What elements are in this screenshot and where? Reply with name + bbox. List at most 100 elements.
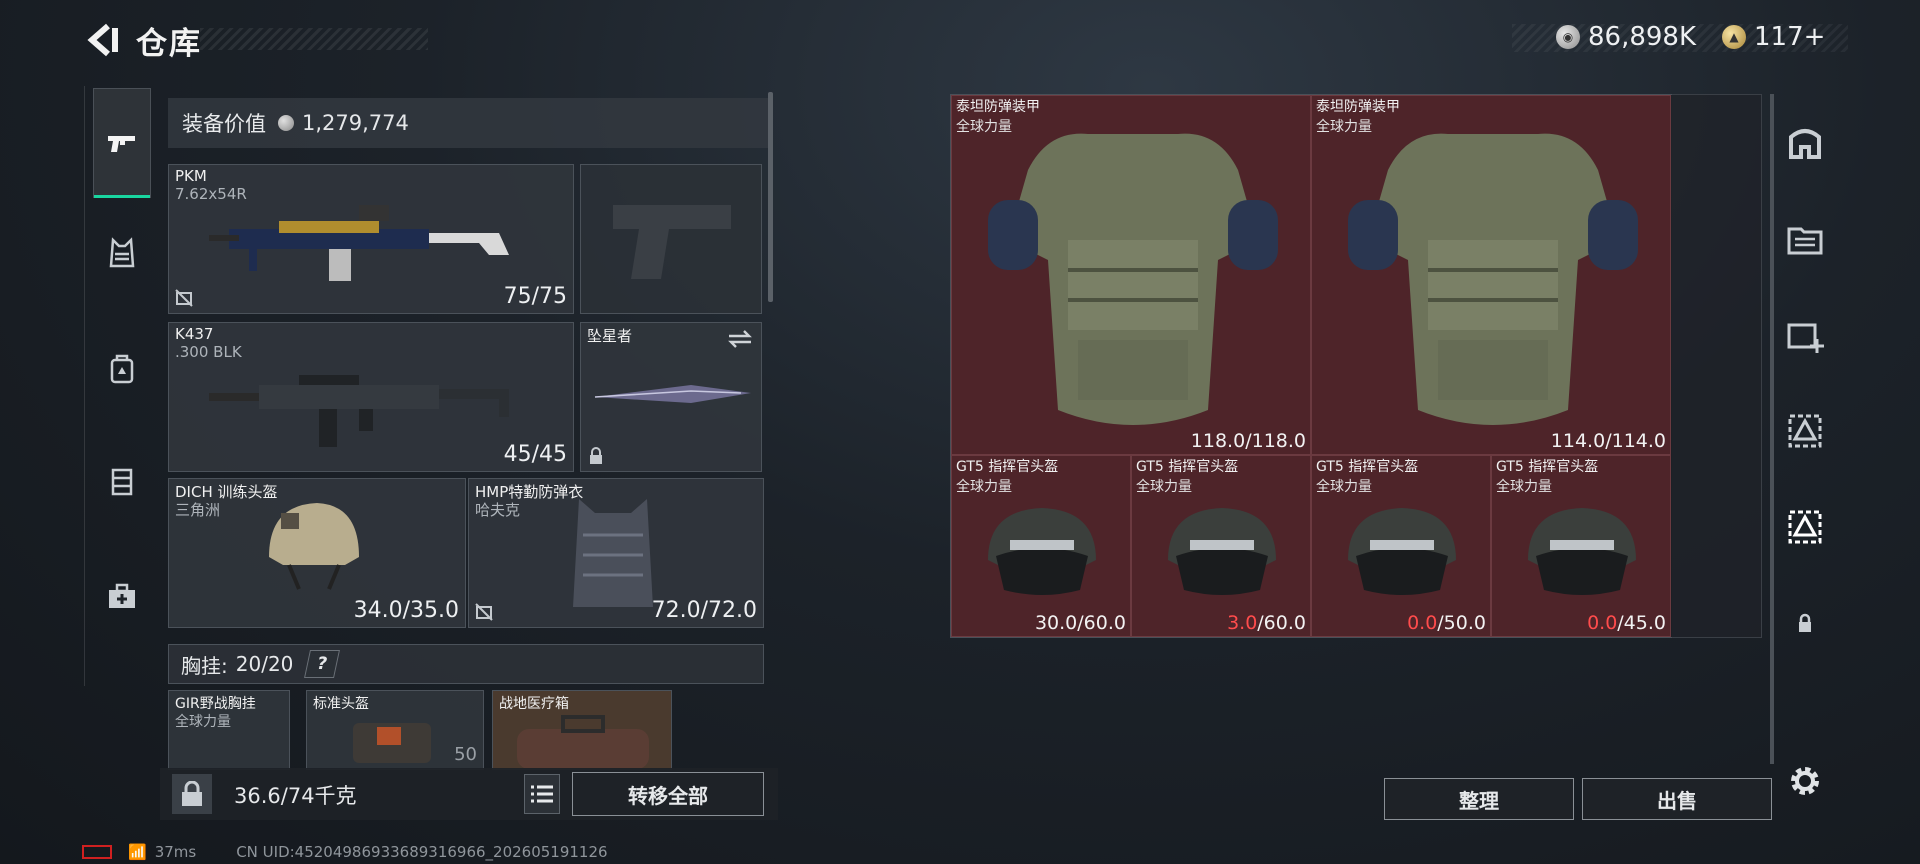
machine-gun-image xyxy=(209,205,509,281)
lock-icon xyxy=(590,447,602,464)
user-uid: CN UID:4520498693368931696​6_20260519112… xyxy=(236,843,608,861)
pistol-icon xyxy=(108,136,135,152)
item-origin: 全球力量 xyxy=(1136,479,1192,495)
gold-amount: 117+ xyxy=(1754,22,1826,52)
weapon-name: K437 xyxy=(175,325,214,343)
carry-weight: 36.6/74千克 xyxy=(234,784,357,808)
stash-tab-files[interactable] xyxy=(1782,216,1828,262)
item-durability: 118.0/118.0 xyxy=(1191,430,1306,452)
stash-tab-locked[interactable] xyxy=(1782,600,1828,646)
silver-currency: ◉ 86,898K xyxy=(1556,22,1696,52)
rig-item-slot[interactable]: 战地医疗箱 xyxy=(492,690,672,770)
vest-icon xyxy=(109,237,135,268)
weight-lock-button[interactable] xyxy=(172,774,212,814)
item-name: GT5 指挥官头盔 xyxy=(1136,459,1239,475)
wifi-icon: 📶 xyxy=(128,843,147,861)
folder-icon xyxy=(1787,227,1823,255)
melee-name: 坠星者 xyxy=(587,327,633,345)
stash-scrollbar[interactable] xyxy=(1770,94,1774,764)
backpack-icon xyxy=(110,354,134,384)
swap-icon[interactable] xyxy=(727,329,753,349)
melee-slot[interactable]: 坠星者 xyxy=(580,322,762,472)
settings-button[interactable] xyxy=(1786,762,1824,800)
item-durability-max: /60.0 xyxy=(1257,612,1306,634)
stash-item-helmet[interactable]: GT5 指挥官头盔 全球力量 30.0/60.0 xyxy=(951,455,1131,637)
stash-item-helmet[interactable]: GT5 指挥官头盔 全球力量 0.0/45.0 xyxy=(1491,455,1671,637)
item-durability-current: 118.0 xyxy=(1190,430,1246,452)
title-decoration xyxy=(200,28,428,50)
transfer-all-button[interactable]: 转移全部 xyxy=(572,772,764,816)
gt5-helmet-image xyxy=(1528,508,1636,595)
category-case-tab[interactable] xyxy=(93,542,151,652)
item-origin: 全球力量 xyxy=(956,479,1012,495)
helmet-slot[interactable]: DICH 训练头盔 三角洲 34.0/35.0 xyxy=(168,478,466,628)
armor-durability: 72.0/72.0 xyxy=(651,598,757,623)
chest-rig-label: 胸挂: xyxy=(181,653,228,678)
stash-empty-column xyxy=(1672,94,1762,638)
pouch-icon xyxy=(111,468,133,496)
stash-tab-armor-active[interactable] xyxy=(1782,504,1828,550)
item-durability-current: 0.0 xyxy=(1587,612,1618,634)
sort-button[interactable]: 整理 xyxy=(1384,778,1574,820)
status-bar: 📶 37ms CN UID:4520498693368931696​6_2026… xyxy=(82,842,608,862)
stash-triangle-icon xyxy=(1788,414,1822,448)
pistol-slot-empty[interactable] xyxy=(580,164,762,314)
category-vest-tab[interactable] xyxy=(93,198,151,308)
secondary-weapon-slot[interactable]: K437 .300 BLK 45/45 xyxy=(168,322,574,472)
item-durability-max: /114.0 xyxy=(1605,430,1666,452)
stash-item-helmet[interactable]: GT5 指挥官头盔 全球力量 3.0/60.0 xyxy=(1131,455,1311,637)
gt5-helmet-image xyxy=(1348,508,1456,595)
back-button[interactable] xyxy=(82,20,122,60)
equipment-scrollbar[interactable] xyxy=(768,92,773,302)
stash-triangle-icon xyxy=(1788,510,1822,544)
item-durability-max: /45.0 xyxy=(1617,612,1666,634)
rig-item-durability: 50 xyxy=(454,744,477,765)
equipment-value-amount: 1,279,774 xyxy=(302,111,409,135)
stash-tab-expand[interactable] xyxy=(1782,312,1828,358)
gold-currency[interactable]: ▲ 117+ xyxy=(1722,22,1825,52)
rig-item-slot[interactable]: 标准头盔 50 xyxy=(306,690,484,770)
stash-grid: 泰坦防弹装甲 全球力量 118.0/118.0 泰坦防弹装甲 全球力量 114.… xyxy=(950,94,1762,638)
item-durability: 0.0/45.0 xyxy=(1587,612,1666,634)
item-durability: 0.0/50.0 xyxy=(1407,612,1486,634)
armor-origin: 哈夫克 xyxy=(475,501,521,519)
helmet-origin: 三角洲 xyxy=(175,501,221,519)
stash-tab-home[interactable] xyxy=(1782,120,1828,166)
equipment-bottom-bar: 36.6/74千克 转移全部 xyxy=(160,768,778,820)
weapon-name: PKM xyxy=(175,167,207,185)
category-pouch-tab[interactable] xyxy=(93,426,151,536)
equipment-value: 装备价值 1,279,774 xyxy=(168,98,768,148)
armor-slot[interactable]: HMP特勤防弹衣 哈夫克 72.0/72.0 xyxy=(468,478,764,628)
item-durability-max: /60.0 xyxy=(1077,612,1126,634)
weapon-ammo: 45/45 xyxy=(503,442,567,467)
titan-armor-image xyxy=(988,133,1278,426)
bag-image xyxy=(353,723,431,763)
no-insure-icon xyxy=(175,289,193,307)
category-weapons-tab[interactable] xyxy=(93,88,151,198)
gold-coin-icon: ▲ xyxy=(1722,25,1746,49)
stash-item-helmet[interactable]: GT5 指挥官头盔 全球力量 0.0/50.0 xyxy=(1311,455,1491,637)
item-origin: 全球力量 xyxy=(1496,479,1552,495)
item-durability-current: 0.0 xyxy=(1407,612,1438,634)
rifle-image xyxy=(209,375,509,447)
equipment-panel: 装备价值 1,279,774 PKM 7.62x54R 75/75 K437 .… xyxy=(160,92,778,830)
primary-weapon-slot[interactable]: PKM 7.62x54R 75/75 xyxy=(168,164,574,314)
silver-amount: 86,898K xyxy=(1588,22,1697,52)
item-durability: 114.0/114.0 xyxy=(1551,430,1666,452)
gear-icon xyxy=(1791,767,1819,795)
stash-home-icon xyxy=(1789,129,1821,159)
stash-item-armor[interactable]: 泰坦防弹装甲 全球力量 118.0/118.0 xyxy=(951,95,1311,455)
item-durability-current: 30.0 xyxy=(1034,612,1078,634)
silver-coin-icon xyxy=(278,115,294,131)
gt5-helmet-image xyxy=(1168,508,1276,595)
rig-item-slot[interactable]: GIR野战胸挂 全球力量 xyxy=(168,690,290,770)
stash-tab-armor[interactable] xyxy=(1782,408,1828,454)
chest-rig-help-button[interactable]: ? xyxy=(304,650,341,678)
sell-button[interactable]: 出售 xyxy=(1582,778,1772,820)
stash-plus-icon xyxy=(1787,323,1824,353)
stash-item-armor[interactable]: 泰坦防弹装甲 全球力量 114.0/114.0 xyxy=(1311,95,1671,455)
item-durability-current: 114.0 xyxy=(1550,430,1606,452)
category-backpack-tab[interactable] xyxy=(93,314,151,424)
list-view-button[interactable] xyxy=(524,774,560,814)
rig-item-name: GIR野战胸挂 xyxy=(175,696,256,712)
